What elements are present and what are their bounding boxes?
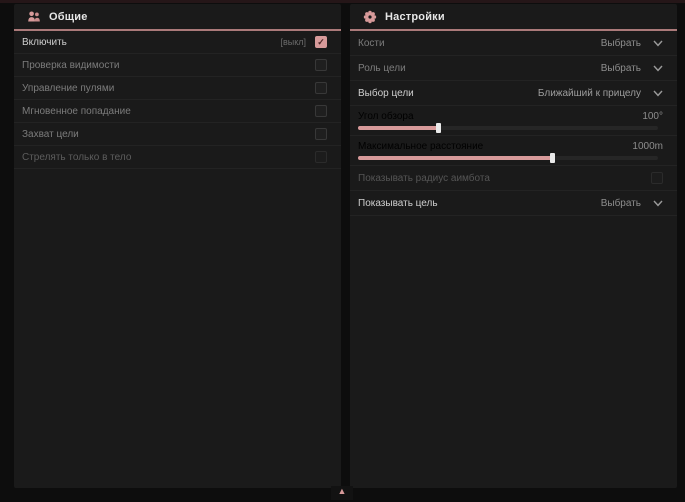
target-lock-checkbox[interactable] xyxy=(315,128,327,140)
row-fov: Угол обзора 100° xyxy=(350,106,677,136)
chevron-down-icon xyxy=(653,90,663,97)
show-target-dropdown[interactable]: Выбрать xyxy=(601,198,663,209)
max-distance-value: 1000m xyxy=(632,141,663,152)
instant-hit-checkbox[interactable] xyxy=(315,105,327,117)
row-body-only: Стрелять только в тело xyxy=(14,146,341,169)
row-enable: Включить [выкл] xyxy=(14,31,341,54)
chevron-down-icon xyxy=(653,65,663,72)
panel-settings-header: Настройки xyxy=(350,4,677,31)
bones-dropdown-value: Выбрать xyxy=(601,38,641,49)
chevron-down-icon xyxy=(653,200,663,207)
target-role-dropdown[interactable]: Выбрать xyxy=(601,63,663,74)
panel-general: Общие Включить [выкл] Проверка видимости… xyxy=(14,4,341,488)
body-only-label: Стрелять только в тело xyxy=(22,152,131,163)
target-select-dropdown[interactable]: Ближайший к прицелу xyxy=(538,88,663,99)
fov-slider[interactable] xyxy=(358,126,658,130)
row-bullet-control: Управление пулями xyxy=(14,77,341,100)
fov-slider-handle[interactable] xyxy=(436,123,441,133)
show-target-label: Показывать цель xyxy=(358,198,438,209)
row-max-distance: Максимальное расстояние 1000m xyxy=(350,136,677,166)
target-select-label: Выбор цели xyxy=(358,88,414,99)
max-distance-slider[interactable] xyxy=(358,156,658,160)
row-target-select: Выбор цели Ближайший к прицелу xyxy=(350,81,677,106)
bones-label: Кости xyxy=(358,38,385,49)
visibility-check-label: Проверка видимости xyxy=(22,60,120,71)
fov-slider-fill xyxy=(358,126,439,130)
gear-icon xyxy=(363,10,377,24)
target-lock-label: Захват цели xyxy=(22,129,79,140)
fov-value: 100° xyxy=(642,111,663,122)
row-target-role: Роль цели Выбрать xyxy=(350,56,677,81)
row-bones: Кости Выбрать xyxy=(350,31,677,56)
panel-general-title: Общие xyxy=(49,11,88,23)
fov-label: Угол обзора xyxy=(358,111,414,122)
instant-hit-label: Мгновенное попадание xyxy=(22,106,131,117)
panel-settings-title: Настройки xyxy=(385,11,445,23)
chevron-down-icon xyxy=(653,40,663,47)
target-select-dropdown-value: Ближайший к прицелу xyxy=(538,88,641,99)
window-top-edge xyxy=(0,0,685,3)
max-distance-slider-handle[interactable] xyxy=(550,153,555,163)
visibility-check-checkbox[interactable] xyxy=(315,59,327,71)
row-visibility-check: Проверка видимости xyxy=(14,54,341,77)
bones-dropdown[interactable]: Выбрать xyxy=(601,38,663,49)
target-role-label: Роль цели xyxy=(358,63,406,74)
row-target-lock: Захват цели xyxy=(14,123,341,146)
target-role-dropdown-value: Выбрать xyxy=(601,63,641,74)
row-show-target: Показывать цель Выбрать xyxy=(350,191,677,216)
max-distance-label: Максимальное расстояние xyxy=(358,141,483,152)
row-instant-hit: Мгновенное попадание xyxy=(14,100,341,123)
bullet-control-label: Управление пулями xyxy=(22,83,114,94)
scroll-up-arrow[interactable]: ▲ xyxy=(331,486,353,500)
enable-label: Включить xyxy=(22,37,67,48)
enable-checkbox[interactable] xyxy=(315,36,327,48)
show-aimbot-radius-label: Показывать радиус аимбота xyxy=(358,173,490,184)
panel-general-header: Общие xyxy=(14,4,341,31)
bullet-control-checkbox[interactable] xyxy=(315,82,327,94)
body-only-checkbox[interactable] xyxy=(315,151,327,163)
show-target-dropdown-value: Выбрать xyxy=(601,198,641,209)
max-distance-slider-fill xyxy=(358,156,553,160)
show-aimbot-radius-checkbox[interactable] xyxy=(651,172,663,184)
row-show-aimbot-radius: Показывать радиус аимбота xyxy=(350,166,677,191)
enable-keybind[interactable]: [выкл] xyxy=(280,37,306,47)
panel-settings: Настройки Кости Выбрать Роль цели Выбрат… xyxy=(350,4,677,488)
users-icon xyxy=(27,10,41,24)
